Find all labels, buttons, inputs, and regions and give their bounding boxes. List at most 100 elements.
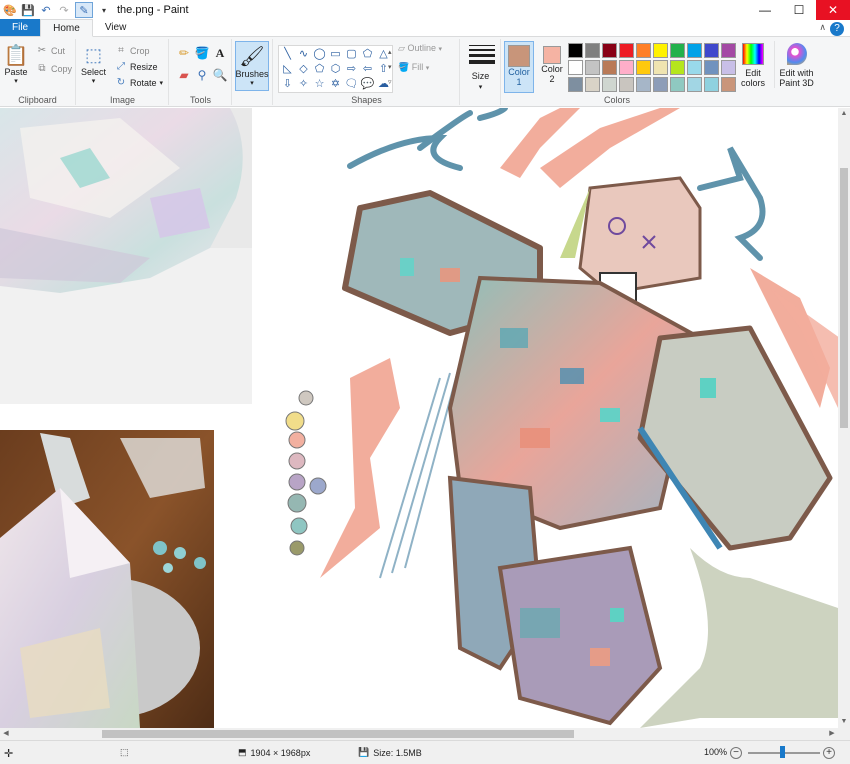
drawing-canvas[interactable] [0,108,838,728]
callout-oval-shape-icon[interactable]: 💬 [360,77,375,91]
palette-swatch[interactable] [687,43,702,58]
scroll-down-icon[interactable]: ▼ [838,716,850,728]
color2-button[interactable]: Color 2 [537,41,567,93]
line-shape-icon[interactable]: ╲ [280,47,295,61]
select-button[interactable]: ⬚ Select ▾ [81,43,106,86]
save-icon[interactable]: 💾 [21,3,35,17]
rectangle-shape-icon[interactable]: ▭ [328,47,343,61]
close-button[interactable]: ✕ [816,0,850,20]
palette-swatch[interactable] [687,77,702,92]
polygon-shape-icon[interactable]: ⬠ [360,47,375,61]
palette-swatch[interactable] [704,60,719,75]
minimize-button[interactable]: — [748,0,782,20]
resize-button[interactable]: ⤢ Resize [115,61,158,72]
line-size-icon[interactable] [469,45,495,67]
diamond-shape-icon[interactable]: ◇ [296,62,311,76]
right-triangle-shape-icon[interactable]: ◺ [280,62,295,76]
palette-swatch[interactable] [704,77,719,92]
horizontal-scroll-thumb[interactable] [102,730,574,738]
palette-swatch[interactable] [602,60,617,75]
fill-bucket-icon[interactable]: 🪣 [194,45,210,61]
four-point-star-shape-icon[interactable]: ✧ [296,77,311,91]
tab-file[interactable]: File [0,19,41,36]
magnifier-icon[interactable]: 🔍 [212,67,228,83]
palette-swatch[interactable] [721,60,736,75]
palette-swatch[interactable] [619,60,634,75]
right-arrow-shape-icon[interactable]: ⇨ [344,62,359,76]
palette-swatch[interactable] [721,43,736,58]
left-arrow-shape-icon[interactable]: ⇦ [360,62,375,76]
brushes-label: Brushes [235,69,269,79]
palette-swatch[interactable] [585,43,600,58]
horizontal-scrollbar[interactable]: ◀ ▶ [0,728,838,740]
palette-swatch[interactable] [704,43,719,58]
size-button[interactable]: Size ▾ [461,71,500,91]
tab-home[interactable]: Home [40,19,93,37]
edit-colors-button[interactable]: Edit colors [736,41,770,88]
redo-icon[interactable]: ↷ [57,3,71,17]
workspace [0,108,838,728]
zoom-in-button[interactable]: + [823,747,835,759]
crop-button[interactable]: ⌗ Crop [115,45,149,56]
palette-swatch[interactable] [670,60,685,75]
pencil-icon[interactable]: ✏ [176,45,192,61]
rounded-rectangle-shape-icon[interactable]: ▢ [344,47,359,61]
palette-swatch[interactable] [670,77,685,92]
pentagon-shape-icon[interactable]: ⬠ [312,62,327,76]
callout-rect-shape-icon[interactable]: 🗨 [344,77,359,91]
oval-shape-icon[interactable]: ◯ [312,47,327,61]
outline-button[interactable]: ▱ Outline ▾ [398,43,442,54]
cut-button[interactable]: ✂ Cut [36,45,65,56]
palette-swatch[interactable] [602,43,617,58]
palette-swatch[interactable] [602,77,617,92]
curve-shape-icon[interactable]: ∿ [296,47,311,61]
tab-view[interactable]: View [93,19,139,36]
vertical-scrollbar[interactable]: ▲ ▼ [838,108,850,728]
six-point-star-shape-icon[interactable]: ✡ [328,77,343,91]
palette-swatch[interactable] [568,77,583,92]
palette-swatch[interactable] [619,77,634,92]
customize-brush-icon[interactable]: ✎ [75,2,93,18]
paste-button[interactable]: 📋 Paste ▾ [4,43,29,86]
scroll-right-icon[interactable]: ▶ [826,728,838,740]
hexagon-shape-icon[interactable]: ⬡ [328,62,343,76]
scroll-up-icon[interactable]: ▲ [838,108,850,120]
text-icon[interactable]: A [212,45,228,61]
edit-paint3d-button[interactable]: Edit with Paint 3D [774,41,818,88]
palette-swatch[interactable] [687,60,702,75]
rotate-button[interactable]: ↻ Rotate ▾ [115,77,163,88]
color-picker-icon[interactable]: ⚲ [194,67,210,83]
copy-button[interactable]: ⧉ Copy [36,63,72,74]
palette-swatch[interactable] [653,43,668,58]
palette-swatch[interactable] [721,77,736,92]
qat-dropdown-icon[interactable]: ▾ [97,3,111,17]
palette-swatch[interactable] [568,60,583,75]
cut-label: Cut [51,45,66,56]
undo-icon[interactable]: ↶ [39,3,53,17]
brushes-button[interactable]: 🖌 Brushes ▾ [235,41,269,91]
palette-swatch[interactable] [636,77,651,92]
palette-swatch[interactable] [585,77,600,92]
maximize-button[interactable]: ☐ [782,0,816,20]
palette-swatch[interactable] [585,60,600,75]
palette-swatch[interactable] [653,77,668,92]
down-arrow-shape-icon[interactable]: ⇩ [280,77,295,91]
color1-label: Color [508,67,530,77]
fill-button[interactable]: 🪣 Fill ▾ [398,62,442,73]
palette-swatch[interactable] [568,43,583,58]
zoom-out-button[interactable]: − [730,747,742,759]
palette-swatch[interactable] [670,43,685,58]
help-icon[interactable]: ? [830,22,844,36]
eraser-icon[interactable]: ▰ [176,67,192,83]
color1-button[interactable]: Color 1 [504,41,534,93]
collapse-ribbon-icon[interactable]: ∧ [819,22,826,33]
palette-swatch[interactable] [653,60,668,75]
palette-swatch[interactable] [619,43,634,58]
palette-swatch[interactable] [636,60,651,75]
zoom-slider-thumb[interactable] [780,746,785,758]
shapes-scroll-icon[interactable]: ▴ ▾ ▿ [388,45,392,90]
palette-swatch[interactable] [636,43,651,58]
vertical-scroll-thumb[interactable] [840,168,848,428]
scroll-left-icon[interactable]: ◀ [0,728,12,740]
five-point-star-shape-icon[interactable]: ☆ [312,77,327,91]
